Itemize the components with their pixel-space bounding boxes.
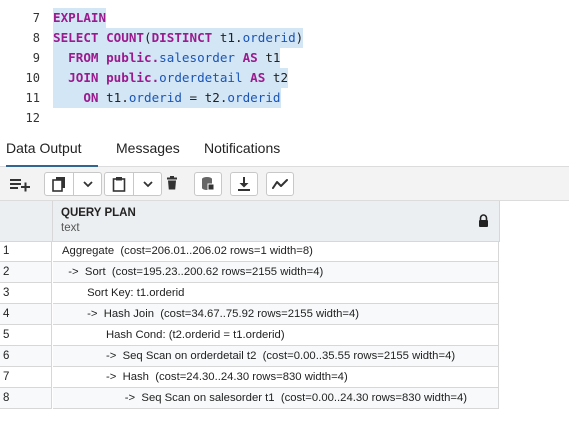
- table-row[interactable]: 3 Sort Key: t1.orderid: [0, 283, 569, 305]
- query-plan-cell[interactable]: Hash Cond: (t2.orderid = t1.orderid): [53, 325, 499, 346]
- code-token: EXPLAIN: [53, 10, 107, 25]
- graph-visualiser-icon: [272, 179, 288, 189]
- editor-line: 8 SELECT COUNT(DISTINCT t1.orderid): [0, 28, 569, 48]
- code-text[interactable]: FROM public.salesorder AS t1: [53, 48, 281, 68]
- code-token: t2.: [204, 90, 228, 105]
- chevron-down-icon: [142, 181, 153, 188]
- data-toolbar: [0, 167, 569, 201]
- table-row[interactable]: 1 Aggregate (cost=206.01..206.02 rows=1 …: [0, 241, 569, 263]
- code-token: DISTINCT: [151, 30, 220, 45]
- copy-button[interactable]: [45, 173, 74, 195]
- code-token: =: [189, 90, 205, 105]
- column-header-query-plan[interactable]: QUERY PLAN text: [53, 201, 500, 242]
- table-row[interactable]: 5 Hash Cond: (t2.orderid = t1.orderid): [0, 325, 569, 347]
- column-type: text: [61, 222, 80, 234]
- row-number: 8: [0, 388, 52, 409]
- delete-icon: [167, 176, 177, 190]
- row-number: 7: [0, 367, 52, 388]
- table-row[interactable]: 8 -> Seq Scan on salesorder t1 (cost=0.0…: [0, 388, 569, 410]
- editor-line: 10 JOIN public.orderdetail AS t2: [0, 68, 569, 88]
- code-text[interactable]: SELECT COUNT(DISTINCT t1.orderid): [53, 28, 304, 48]
- column-name: QUERY PLAN: [61, 207, 136, 219]
- query-plan-cell[interactable]: Aggregate (cost=206.01..206.02 rows=1 wi…: [53, 241, 499, 262]
- code-token: COUNT: [106, 30, 144, 45]
- code-token: public.: [106, 50, 160, 65]
- grid-header-row: QUERY PLAN text: [0, 201, 569, 242]
- table-row[interactable]: 2 -> Sort (cost=195.23..200.62 rows=2155…: [0, 262, 569, 284]
- line-number: 11: [25, 91, 40, 105]
- row-number: 2: [0, 262, 52, 283]
- lock-icon: [479, 214, 488, 227]
- editor-line: 7 EXPLAIN: [0, 8, 569, 28]
- line-number: 8: [32, 31, 40, 45]
- editor-line: 11 ON t1.orderid = t2.orderid: [0, 88, 569, 108]
- code-token: SELECT: [53, 30, 107, 45]
- select-all-cell[interactable]: [0, 201, 53, 242]
- copy-icon: [52, 177, 65, 192]
- row-number: 3: [0, 283, 52, 304]
- save-data-icon: [202, 177, 215, 191]
- editor-line: 12: [0, 108, 569, 128]
- chevron-down-icon: [82, 181, 93, 188]
- query-plan-cell[interactable]: -> Seq Scan on orderdetail t2 (cost=0.00…: [53, 346, 499, 367]
- copy-button-group: [44, 172, 102, 196]
- code-text[interactable]: JOIN public.orderdetail AS t2: [53, 68, 289, 88]
- tab-data-output[interactable]: Data Output: [6, 140, 82, 156]
- code-token: ): [295, 30, 304, 45]
- query-plan-cell[interactable]: -> Hash Join (cost=34.67..75.92 rows=215…: [53, 304, 499, 325]
- query-plan-cell[interactable]: Sort Key: t1.orderid: [53, 283, 499, 304]
- copy-options-dropdown[interactable]: [74, 173, 101, 195]
- code-text[interactable]: EXPLAIN: [53, 8, 107, 28]
- code-token: salesorder: [159, 50, 243, 65]
- code-token: JOIN: [53, 70, 107, 85]
- sql-editor[interactable]: 7 EXPLAIN 8 SELECT COUNT(DISTINCT t1.ord…: [0, 0, 569, 130]
- download-icon: [238, 177, 250, 191]
- code-token: t2: [272, 70, 289, 85]
- line-number: 7: [32, 11, 40, 25]
- code-token: public.: [106, 70, 160, 85]
- tab-messages[interactable]: Messages: [116, 140, 180, 156]
- paste-icon: [112, 177, 126, 192]
- table-row[interactable]: 6 -> Seq Scan on orderdetail t2 (cost=0.…: [0, 346, 569, 368]
- code-token: FROM: [53, 50, 107, 65]
- query-result-grid: QUERY PLAN text 1 Aggregate (cost=206.01…: [0, 201, 569, 444]
- table-row[interactable]: 7 -> Hash (cost=24.30..24.30 rows=830 wi…: [0, 367, 569, 389]
- paste-options-dropdown[interactable]: [134, 173, 161, 195]
- code-token: AS: [250, 70, 273, 85]
- table-row[interactable]: 4 -> Hash Join (cost=34.67..75.92 rows=2…: [0, 304, 569, 326]
- query-plan-cell[interactable]: -> Sort (cost=195.23..200.62 rows=2155 w…: [53, 262, 499, 283]
- paste-button-group: [104, 172, 162, 196]
- line-number: 10: [25, 71, 40, 85]
- add-row-button[interactable]: [8, 175, 34, 193]
- row-number: 5: [0, 325, 52, 346]
- code-token: t1: [265, 50, 281, 65]
- delete-button[interactable]: [160, 172, 184, 194]
- graph-visualiser-button[interactable]: [266, 172, 294, 196]
- code-token: orderid: [128, 90, 190, 105]
- query-plan-cell[interactable]: -> Hash (cost=24.30..24.30 rows=830 widt…: [53, 367, 499, 388]
- download-button[interactable]: [230, 172, 258, 196]
- code-text[interactable]: ON t1.orderid = t2.orderid: [53, 88, 281, 108]
- result-tabs: Data Output Messages Notifications: [0, 130, 569, 167]
- code-token: t1.: [106, 90, 129, 105]
- add-row-icon: [10, 179, 30, 192]
- row-number: 4: [0, 304, 52, 325]
- code-token: t1.: [219, 30, 243, 45]
- paste-button[interactable]: [105, 173, 134, 195]
- code-token: orderid: [242, 30, 296, 45]
- line-number: 12: [25, 111, 40, 125]
- code-token: (: [144, 30, 152, 45]
- row-number: 1: [0, 241, 52, 262]
- code-token: orderid: [227, 90, 281, 105]
- code-token: orderdetail: [159, 70, 251, 85]
- editor-line: 9 FROM public.salesorder AS t1: [0, 48, 569, 68]
- code-token: AS: [242, 50, 266, 65]
- row-number: 6: [0, 346, 52, 367]
- query-plan-cell[interactable]: -> Seq Scan on salesorder t1 (cost=0.00.…: [53, 388, 499, 409]
- code-token: ON: [53, 90, 107, 105]
- line-number: 9: [32, 51, 40, 65]
- tab-notifications[interactable]: Notifications: [204, 140, 280, 156]
- save-data-button[interactable]: [194, 172, 222, 196]
